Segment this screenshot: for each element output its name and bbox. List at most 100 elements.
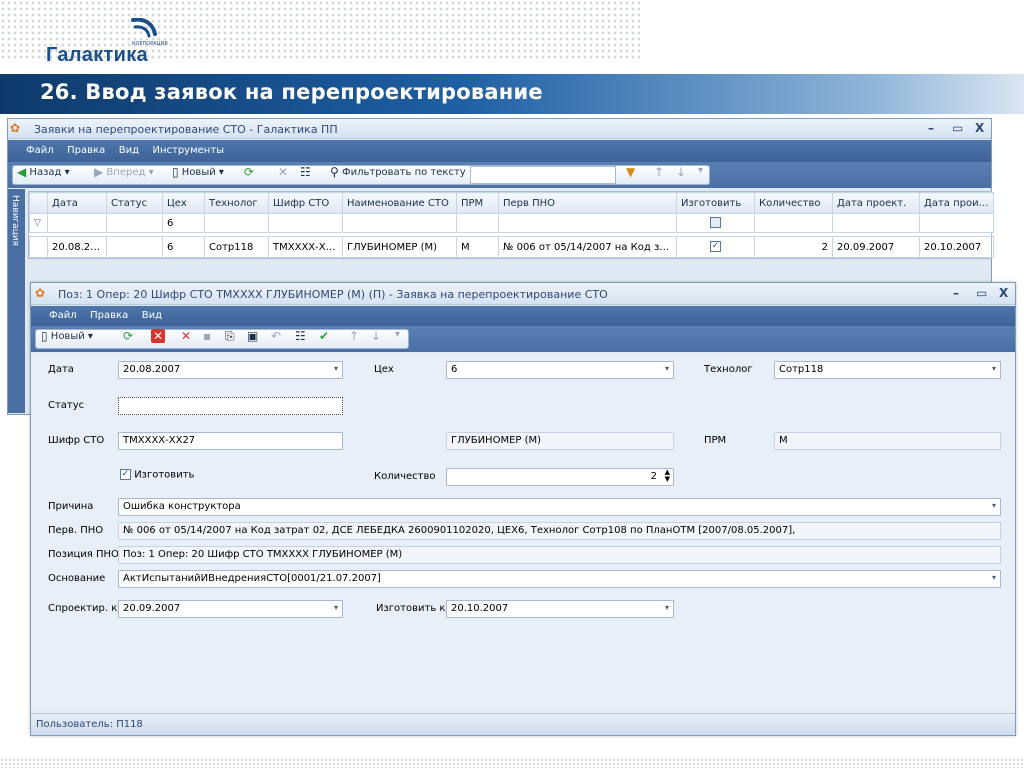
column-header[interactable]: Дата произв.	[919, 192, 994, 214]
new-button[interactable]: ▯ Новый ▾	[172, 165, 224, 179]
maximize-button[interactable]: ▭	[952, 121, 963, 135]
minimize-button[interactable]: –	[953, 286, 959, 300]
move-up-button[interactable]: ↑	[349, 329, 359, 343]
delete-button[interactable]: ✕	[181, 329, 191, 343]
column-header[interactable]: Дата проект.	[832, 192, 920, 214]
properties-icon: ☷	[300, 165, 311, 179]
cell-produce-date: 20.10.2007	[919, 236, 994, 258]
close-button[interactable]: X	[999, 286, 1008, 300]
navigation-label: Навигация	[10, 195, 20, 247]
move-up-button[interactable]: ↑	[654, 165, 664, 179]
filter-cell[interactable]	[47, 213, 107, 233]
column-header[interactable]: Статус	[106, 192, 163, 214]
status-field[interactable]	[118, 397, 343, 415]
binoculars-icon: ⚲	[330, 165, 339, 179]
dropdown-arrow-icon: ▾	[664, 364, 669, 373]
filter-checkbox[interactable]	[676, 213, 755, 233]
check-button[interactable]: ✔	[319, 329, 329, 343]
shop-label: Цех	[374, 364, 394, 375]
logo-text: Галактика	[46, 44, 148, 66]
filter-button[interactable]: ⚲ Фильтровать по тексту	[330, 165, 466, 179]
column-header[interactable]: Количество	[754, 192, 833, 214]
menu-edit[interactable]: Правка	[90, 310, 128, 321]
column-header[interactable]: Цех	[162, 192, 205, 214]
move-down-button[interactable]: ↓	[371, 329, 381, 343]
paste-button[interactable]: ▣	[247, 329, 258, 343]
column-header[interactable]: Дата	[47, 192, 107, 214]
technologist-field[interactable]: Сотр118 ▾	[774, 361, 1001, 379]
dropdown-arrow-icon: ▾	[664, 603, 669, 612]
column-header[interactable]: Технолог	[204, 192, 269, 214]
column-header[interactable]: Шифр СТО	[268, 192, 343, 214]
table-row[interactable]: 20.08.2007 6 Сотр118 ТМХХХХ-ХХ27 ГЛУБИНО…	[29, 236, 994, 258]
menu-bar: Файл Правка Вид Инструменты	[8, 140, 991, 162]
apply-filter-button[interactable]: ▼	[626, 165, 635, 179]
design-by-field[interactable]: 20.09.2007 ▾	[118, 600, 343, 618]
toolbar-options[interactable]: ▾	[395, 329, 400, 340]
cell-technologist: Сотр118	[204, 236, 269, 258]
properties-button[interactable]: ☷	[300, 165, 311, 179]
undo-icon: ↶	[271, 329, 282, 343]
cell-pno: № 006 от 05/14/2007 на Код зат…	[498, 236, 677, 258]
refresh-icon: ⟳	[123, 329, 134, 343]
filter-cell[interactable]: 6	[162, 213, 205, 233]
shop-field[interactable]: 6 ▾	[446, 361, 674, 379]
basis-field[interactable]: АктИспытанийИВнедренияСТО[0001/21.07.200…	[118, 570, 1001, 588]
reason-field[interactable]: Ошибка конструктора ▾	[118, 498, 1001, 516]
status-label: Статус	[48, 400, 85, 411]
delete-button[interactable]: ✕	[278, 165, 288, 179]
filter-input[interactable]	[470, 166, 616, 184]
produce-by-field[interactable]: 20.10.2007 ▾	[446, 600, 674, 618]
column-header[interactable]: Изготовить	[676, 192, 755, 214]
minimize-button[interactable]: –	[928, 121, 934, 135]
menu-file[interactable]: Файл	[26, 145, 54, 156]
forward-button[interactable]: ▶ Вперед ▾	[94, 165, 154, 179]
date-label: Дата	[48, 364, 74, 375]
column-header[interactable]: Перв ПНО	[498, 192, 677, 214]
filter-cell[interactable]	[832, 213, 920, 233]
filter-cell[interactable]	[754, 213, 833, 233]
cell-prm: М	[456, 236, 499, 258]
code-field[interactable]: ТМХХХХ-ХХ27	[118, 432, 343, 450]
filter-cell[interactable]	[342, 213, 457, 233]
toolbar: ▯ Новый ▾ ⟳ ✕ ✕ ▪ ⎘ ▣ ↶ ☷ ✔ ↑ ↓ ▾	[31, 326, 1015, 352]
refresh-button[interactable]: ⟳	[244, 165, 254, 179]
filter-cell[interactable]	[498, 213, 677, 233]
navigation-panel[interactable]: Навигация	[8, 189, 25, 413]
make-checkbox[interactable]: ✓ Изготовить	[120, 469, 194, 481]
properties-button[interactable]: ☷	[295, 329, 306, 343]
undo-button[interactable]: ↶	[271, 329, 281, 343]
technologist-label: Технолог	[704, 364, 753, 375]
refresh-button[interactable]: ⟳	[123, 329, 133, 343]
column-header[interactable]: ПРМ	[456, 192, 499, 214]
copy-button[interactable]: ⎘	[225, 329, 235, 344]
cancel-button[interactable]: ✕	[151, 329, 166, 343]
maximize-button[interactable]: ▭	[976, 286, 987, 300]
filter-cell[interactable]	[268, 213, 343, 233]
close-button[interactable]: X	[975, 121, 984, 135]
menu-tools[interactable]: Инструменты	[152, 145, 224, 156]
filter-cell[interactable]	[204, 213, 269, 233]
checkbox-checked-icon: ✓	[710, 241, 721, 253]
quantity-stepper[interactable]: 2 ▲ ▼	[446, 468, 674, 486]
toolbar-options[interactable]: ▾	[698, 165, 703, 176]
cell-quantity: 2	[754, 236, 833, 258]
cell-code: ТМХХХХ-ХХ27	[268, 236, 343, 258]
filter-cell[interactable]	[456, 213, 499, 233]
move-down-button[interactable]: ↓	[676, 165, 686, 179]
forward-arrow-icon: ▶	[94, 165, 104, 179]
new-button[interactable]: ▯ Новый ▾	[41, 329, 93, 343]
date-field[interactable]: 20.08.2007 ▾	[118, 361, 343, 379]
back-button[interactable]: ◀ Назад ▾	[17, 165, 70, 179]
menu-view[interactable]: Вид	[142, 310, 162, 321]
menu-edit[interactable]: Правка	[67, 145, 105, 156]
save-button[interactable]: ▪	[203, 329, 211, 343]
menu-view[interactable]: Вид	[119, 145, 139, 156]
column-header[interactable]: Наименование СТО	[342, 192, 457, 214]
filter-cell[interactable]	[106, 213, 163, 233]
pno-label: Перв. ПНО	[48, 525, 104, 536]
menu-file[interactable]: Файл	[49, 310, 77, 321]
cell-shop: 6	[162, 236, 205, 258]
filter-cell[interactable]	[919, 213, 994, 233]
cell-make-checkbox[interactable]: ✓	[676, 236, 755, 258]
